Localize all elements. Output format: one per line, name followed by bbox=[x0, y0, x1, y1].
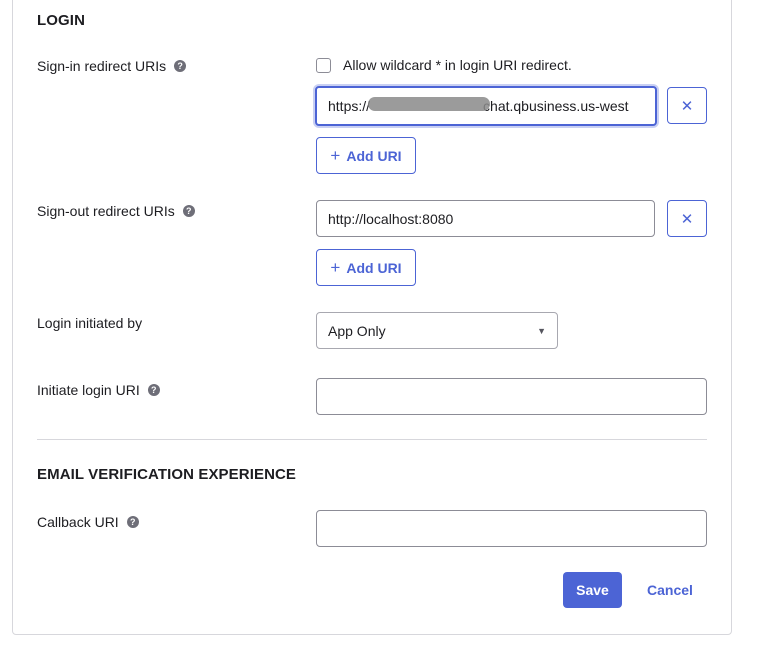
signout-uri-value: http://localhost:8080 bbox=[328, 210, 454, 227]
plus-icon: + bbox=[330, 146, 341, 165]
caret-down-icon: ▼ bbox=[537, 325, 546, 336]
signout-redirect-label-text: Sign-out redirect URIs bbox=[37, 203, 175, 219]
redaction-mark bbox=[368, 97, 490, 111]
login-initiated-label-text: Login initiated by bbox=[37, 315, 143, 331]
signin-redirect-label: Sign-in redirect URIs ? bbox=[37, 58, 187, 74]
signin-uri-prefix: https:// bbox=[328, 98, 371, 114]
login-section-title: LOGIN bbox=[37, 12, 85, 29]
remove-signout-uri-button[interactable]: ✕ bbox=[667, 200, 707, 237]
wildcard-checkbox-label[interactable]: Allow wildcard * in login URI redirect. bbox=[343, 57, 572, 73]
save-button[interactable]: Save bbox=[563, 572, 622, 608]
section-divider bbox=[37, 439, 707, 440]
signin-uri-suffix: chat.qbusiness.us-west bbox=[483, 98, 629, 114]
initiate-login-uri-label: Initiate login URI ? bbox=[37, 382, 160, 398]
wildcard-option: Allow wildcard * in login URI redirect. bbox=[316, 57, 572, 73]
login-initiated-select[interactable]: App Only ▼ bbox=[316, 312, 558, 349]
help-icon[interactable]: ? bbox=[174, 60, 187, 72]
signout-redirect-label: Sign-out redirect URIs ? bbox=[37, 203, 195, 219]
callback-uri-label-text: Callback URI bbox=[37, 514, 119, 530]
login-initiated-label: Login initiated by bbox=[37, 315, 142, 331]
add-signout-uri-label: Add URI bbox=[346, 259, 402, 276]
help-icon[interactable]: ? bbox=[126, 516, 139, 528]
callback-uri-label: Callback URI ? bbox=[37, 514, 139, 530]
initiate-login-uri-label-text: Initiate login URI bbox=[37, 382, 140, 398]
wildcard-checkbox[interactable] bbox=[316, 57, 331, 73]
help-icon[interactable]: ? bbox=[182, 205, 195, 217]
signin-redirect-label-text: Sign-in redirect URIs bbox=[37, 58, 167, 74]
signout-uri-input[interactable]: http://localhost:8080 bbox=[316, 200, 655, 237]
cancel-button[interactable]: Cancel bbox=[647, 572, 693, 608]
add-signin-uri-label: Add URI bbox=[346, 147, 402, 164]
close-icon: ✕ bbox=[680, 210, 694, 228]
add-signout-uri-button[interactable]: + Add URI bbox=[316, 249, 416, 286]
add-signin-uri-button[interactable]: + Add URI bbox=[316, 137, 416, 174]
login-initiated-selected: App Only bbox=[328, 322, 386, 339]
close-icon: ✕ bbox=[680, 97, 694, 115]
initiate-login-uri-input[interactable] bbox=[316, 378, 707, 415]
plus-icon: + bbox=[330, 258, 341, 277]
email-section-title: EMAIL VERIFICATION EXPERIENCE bbox=[37, 466, 297, 483]
help-icon[interactable]: ? bbox=[147, 384, 160, 396]
remove-signin-uri-button[interactable]: ✕ bbox=[667, 87, 707, 124]
callback-uri-input[interactable] bbox=[316, 510, 707, 547]
